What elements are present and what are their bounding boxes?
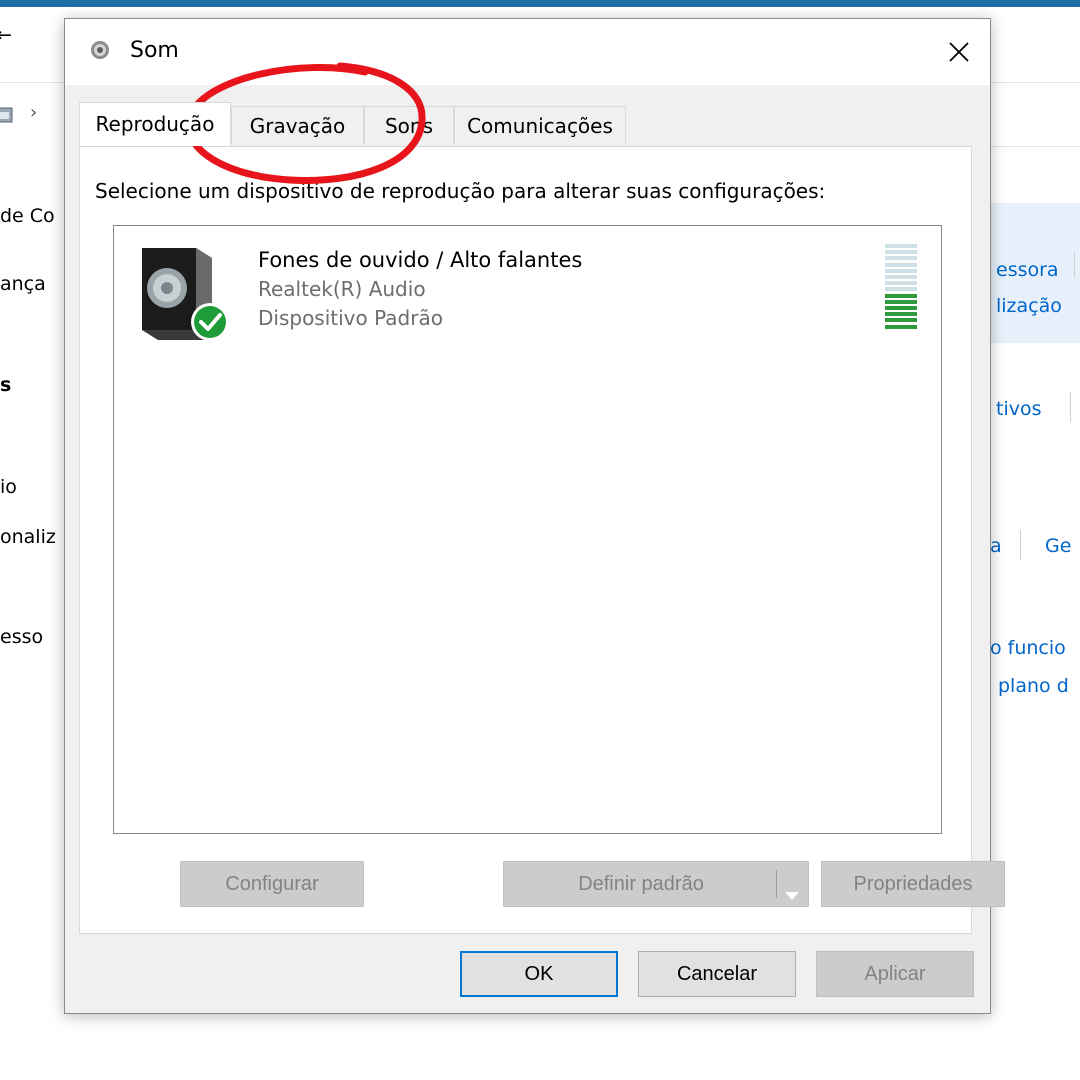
- volume-level-meter: [885, 244, 917, 332]
- background-nav-item[interactable]: s: [0, 374, 11, 396]
- background-nav-item[interactable]: de Co: [0, 205, 55, 227]
- background-nav-item[interactable]: esso: [0, 626, 43, 648]
- background-nav-item[interactable]: ança: [0, 273, 46, 295]
- background-divider: [990, 146, 1080, 147]
- background-link[interactable]: tivos: [996, 398, 1042, 420]
- level-bar: [885, 268, 917, 273]
- dialog-title: Som: [130, 38, 179, 63]
- close-icon: [949, 42, 969, 62]
- level-bar: [885, 299, 917, 304]
- level-bar: [885, 244, 917, 248]
- playback-tab-panel: Selecione um dispositivo de reprodução p…: [79, 146, 1005, 934]
- background-link[interactable]: Ge: [1045, 535, 1071, 557]
- level-bar: [885, 312, 917, 317]
- level-bar: [885, 281, 917, 286]
- background-back-arrow[interactable]: ←: [0, 24, 12, 46]
- level-bar: [885, 262, 917, 267]
- tab-playback[interactable]: Reprodução: [79, 102, 231, 146]
- set-default-label: Definir padrão: [578, 873, 704, 895]
- set-default-button[interactable]: Definir padrão: [503, 861, 809, 907]
- default-check-icon: [191, 303, 229, 341]
- background-nav-item[interactable]: onaliz: [0, 526, 56, 548]
- tab-sounds[interactable]: Sons: [364, 106, 454, 144]
- sound-speaker-icon: [89, 39, 111, 61]
- background-folder-icon: [0, 104, 16, 126]
- background-window-titlebar: [0, 0, 1080, 7]
- dialog-titlebar[interactable]: Som: [65, 19, 990, 85]
- background-separator: [1074, 252, 1075, 278]
- level-bar: [885, 256, 917, 261]
- level-bar: [885, 287, 917, 292]
- device-driver: Realtek(R) Audio: [258, 277, 426, 301]
- configure-button[interactable]: Configurar: [180, 861, 364, 907]
- device-name: Fones de ouvido / Alto falantes: [258, 248, 583, 272]
- speaker-icon: [134, 244, 234, 344]
- background-link[interactable]: essora: [996, 259, 1059, 281]
- split-divider: [776, 870, 777, 898]
- close-button[interactable]: [928, 19, 990, 85]
- level-bar: [885, 324, 917, 329]
- background-link[interactable]: o funcio: [990, 637, 1066, 659]
- background-link[interactable]: a: [990, 535, 1002, 557]
- background-link[interactable]: plano d: [998, 675, 1069, 697]
- apply-button[interactable]: Aplicar: [816, 951, 974, 997]
- background-separator: [1070, 392, 1071, 422]
- tab-communications[interactable]: Comunicações: [454, 106, 626, 144]
- tab-recording[interactable]: Gravação: [231, 106, 364, 144]
- level-bar: [885, 306, 917, 310]
- cancel-button[interactable]: Cancelar: [638, 951, 796, 997]
- level-bar: [885, 293, 917, 298]
- instruction-text: Selecione um dispositivo de reprodução p…: [95, 179, 826, 203]
- sound-dialog: Som Reprodução Gravação Sons Comunicaçõe…: [64, 18, 1005, 1014]
- level-bar: [885, 250, 917, 255]
- level-bar: [885, 318, 917, 323]
- list-item[interactable]: Fones de ouvido / Alto falantes Realtek(…: [114, 226, 941, 356]
- background-nav-item[interactable]: io: [0, 476, 17, 498]
- device-list[interactable]: Fones de ouvido / Alto falantes Realtek(…: [113, 225, 942, 834]
- device-status: Dispositivo Padrão: [258, 306, 443, 330]
- background-link[interactable]: lização: [996, 295, 1062, 317]
- background-breadcrumb-chevron: ›: [30, 102, 38, 123]
- properties-button[interactable]: Propriedades: [821, 861, 1005, 907]
- level-bar: [885, 275, 917, 279]
- background-separator: [1020, 530, 1021, 560]
- chevron-down-icon[interactable]: [782, 876, 802, 900]
- ok-button[interactable]: OK: [460, 951, 618, 997]
